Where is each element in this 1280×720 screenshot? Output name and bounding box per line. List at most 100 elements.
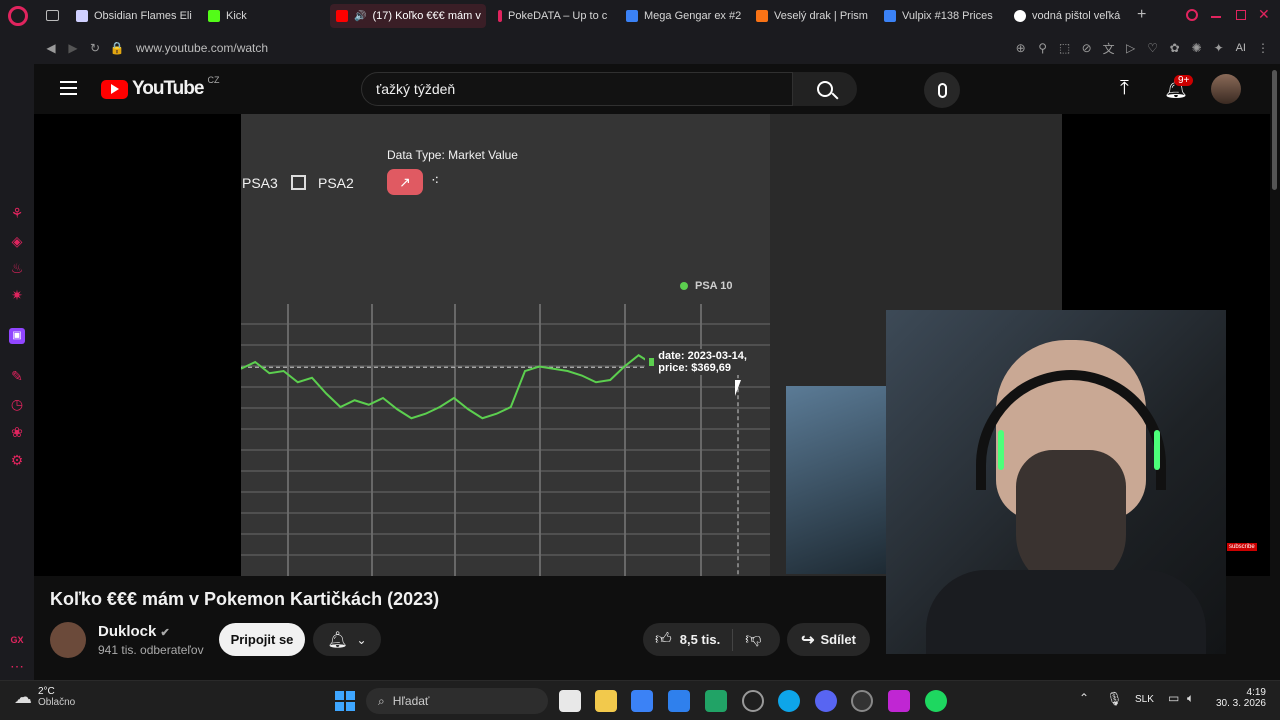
notification-badge: 9+	[1174, 75, 1194, 86]
gx-icon[interactable]: GX	[9, 632, 25, 648]
extension-icon[interactable]: ✿	[1164, 37, 1186, 59]
windows-start-icon[interactable]	[335, 691, 355, 711]
maximize-button[interactable]	[1236, 10, 1246, 20]
search-tabs-icon[interactable]	[1186, 9, 1198, 21]
browser-tab[interactable]: Vulpix #138 Prices	[878, 4, 1000, 28]
sidebar-app-icon[interactable]: ✷	[9, 287, 25, 303]
zoom-icon[interactable]: ⊕	[1010, 37, 1032, 59]
taskbar-search[interactable]: ⌕ Hľadať	[366, 688, 548, 714]
heart-icon[interactable]: ♡	[1142, 37, 1164, 59]
upload-icon[interactable]: ⤒	[1120, 77, 1129, 100]
weather-desc: Oblačno	[38, 697, 76, 708]
translate-icon[interactable]: 文	[1098, 37, 1120, 59]
minimize-button[interactable]	[1211, 16, 1221, 18]
back-icon[interactable]: ◀	[40, 37, 62, 59]
store-icon[interactable]	[631, 690, 653, 712]
like-count: 8,5 tis.	[679, 632, 721, 647]
voice-search-button[interactable]	[924, 72, 960, 108]
twitch-icon[interactable]: ▣	[9, 328, 25, 344]
weather-widget[interactable]: ☁ 2°C Oblačno	[14, 686, 75, 708]
hamburger-menu-icon[interactable]	[60, 81, 77, 95]
network-icon[interactable]: ▭	[1168, 691, 1179, 705]
ai-button[interactable]: AI	[1236, 42, 1246, 54]
browser-tab[interactable]: Veselý drak | Prism	[750, 4, 872, 28]
browser-tab[interactable]: Mega Gengar ex #2	[620, 4, 742, 28]
search-box[interactable]: ťažký týždeň ✕	[361, 72, 844, 106]
subscribe-overlay[interactable]: subscribe	[1227, 543, 1257, 551]
reload-icon[interactable]: ↻	[84, 37, 106, 59]
tray-overflow-icon[interactable]: ⌃	[1079, 691, 1089, 705]
weather-temp: 2°C	[38, 686, 55, 697]
tab-island-icon[interactable]	[46, 10, 59, 21]
data-point	[524, 370, 526, 372]
opera-logo-icon[interactable]	[8, 6, 28, 26]
sidebar-app-icon[interactable]: ◈	[9, 233, 25, 249]
more-icon[interactable]: ⋯	[9, 658, 25, 674]
edge-icon[interactable]	[778, 690, 800, 712]
search-button[interactable]	[793, 72, 857, 106]
history-icon[interactable]: ◷	[9, 396, 25, 412]
file-explorer-icon[interactable]	[595, 690, 617, 712]
data-point	[325, 392, 327, 395]
send-icon[interactable]: ▷	[1120, 37, 1142, 59]
sidebar-app-icon[interactable]: ♨	[9, 260, 25, 276]
search-input[interactable]: ťažký týždeň	[376, 81, 455, 97]
snapshot-icon[interactable]: ⬚	[1054, 37, 1076, 59]
language-indicator[interactable]: SLK	[1135, 694, 1154, 705]
forward-icon[interactable]: ▶	[62, 37, 84, 59]
subscription-bell-button[interactable]: 🔔︎ ⌄	[313, 623, 381, 656]
browser-tab[interactable]: vodná pištol veľká	[1008, 4, 1130, 28]
data-point	[609, 379, 611, 381]
volume-icon[interactable]: 🔈︎	[1187, 691, 1194, 706]
app-icon[interactable]	[888, 690, 910, 712]
browser-tab[interactable]: Kick	[202, 4, 322, 28]
scatter-toggle-icon[interactable]: ⁖	[431, 172, 439, 189]
extension-icon[interactable]: ✺	[1186, 37, 1208, 59]
like-button[interactable]: 👍︎ 8,5 tis.	[643, 628, 734, 651]
opera-gx-icon[interactable]	[742, 690, 764, 712]
task-view-icon[interactable]	[559, 690, 581, 712]
search-icon: ⌕	[378, 693, 385, 708]
pin-icon[interactable]: ⚲	[1032, 37, 1054, 59]
share-button[interactable]: ↪ Sdílet	[787, 623, 870, 656]
settings-icon[interactable]: ⚙	[9, 452, 25, 468]
close-window-button[interactable]: ✕	[1258, 6, 1270, 23]
menu-icon[interactable]: ⋮	[1252, 37, 1274, 59]
youtube-logo[interactable]: YouTube CZ	[101, 75, 219, 100]
browser-tab[interactable]: Obsidian Flames Elit	[70, 4, 192, 28]
discord-icon[interactable]	[815, 690, 837, 712]
adblock-icon[interactable]: ⊘	[1076, 37, 1098, 59]
sidebar-app-icon[interactable]: ❀	[9, 424, 25, 440]
line-chart-toggle-icon[interactable]: ↗	[387, 169, 423, 195]
browser-tab[interactable]: PokeDATA – Up to c	[492, 4, 612, 28]
microphone-tray-icon[interactable]: 🎙︎	[1106, 691, 1123, 707]
channel-name[interactable]: Duklock ✔︎	[98, 623, 170, 640]
price-line-chart	[241, 304, 770, 576]
account-avatar[interactable]	[1211, 74, 1241, 104]
excel-icon[interactable]	[705, 690, 727, 712]
channel-avatar[interactable]	[50, 622, 86, 658]
extension-icon[interactable]: ✦	[1208, 37, 1230, 59]
like-dislike-group: 👍︎ 8,5 tis. 👎︎	[643, 623, 780, 656]
scrollbar[interactable]	[1272, 70, 1277, 190]
sidebar-app-icon[interactable]: ✎	[9, 368, 25, 384]
app-icon[interactable]	[851, 690, 873, 712]
data-point	[566, 370, 569, 372]
join-button[interactable]: Pripojit se	[219, 623, 305, 656]
stream-monitor-image	[786, 386, 886, 574]
sidebar-app-icon[interactable]: ⚘	[9, 205, 25, 221]
video-player[interactable]: Data Type: Market Value PSA3 PSA2 ↗ ⁖ PS…	[34, 114, 1270, 654]
psa2-checkbox[interactable]	[291, 175, 306, 190]
psa3-label: PSA3	[242, 175, 278, 191]
spotify-icon[interactable]	[925, 690, 947, 712]
audio-playing-icon[interactable]: 🔊	[354, 11, 366, 22]
clock[interactable]: 4:19 30. 3. 2026	[1210, 687, 1266, 709]
kick-icon	[208, 10, 220, 22]
dislike-button[interactable]: 👎︎	[733, 630, 773, 649]
mail-icon[interactable]	[668, 690, 690, 712]
new-tab-button[interactable]: +	[1137, 6, 1146, 24]
url-field[interactable]: www.youtube.com/watch	[136, 41, 268, 55]
data-point	[368, 403, 370, 406]
browser-tab-active[interactable]: 🔊 (17) Koľko €€€ mám v	[330, 4, 486, 28]
logo-text: YouTube	[132, 78, 204, 99]
